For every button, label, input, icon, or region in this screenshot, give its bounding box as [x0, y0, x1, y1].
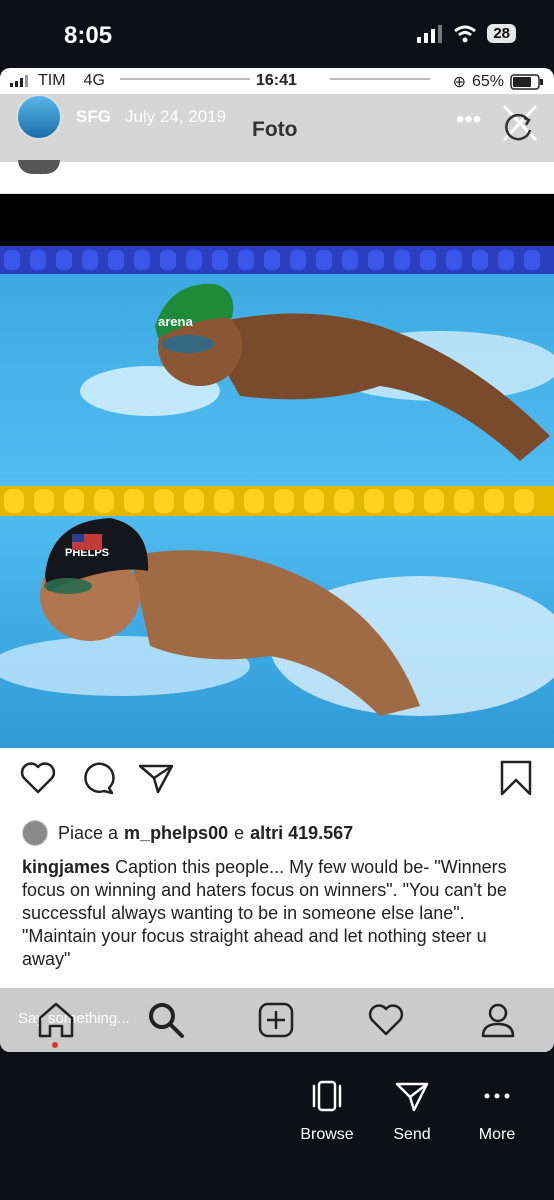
send-icon [395, 1082, 429, 1112]
photo-letterbox [0, 194, 554, 246]
screenshot-preview[interactable]: TIM 4G 16:41 ⊕ 65% SFG July 24, 2019 Fot… [0, 68, 554, 1052]
liked-by-user[interactable]: m_phelps00 [124, 823, 228, 844]
poster-avatar[interactable] [16, 94, 62, 140]
search-icon[interactable] [146, 1000, 186, 1040]
browse-label: Browse [300, 1126, 354, 1143]
activity-icon[interactable] [366, 1000, 406, 1040]
more-button[interactable]: More [457, 1078, 537, 1144]
inner-battery: 65% [471, 73, 504, 90]
inner-battery-icon [510, 74, 543, 90]
rotation-lock-icon: ⊕ [452, 74, 466, 91]
outer-status-icons: 28 [417, 24, 516, 43]
home-notification-dot [52, 1042, 58, 1048]
post-photo[interactable]: arena PHELPS [0, 246, 554, 748]
outer-clock: 8:05 [64, 22, 113, 49]
blue-lane-rope [4, 250, 540, 270]
likes-mid: e [234, 822, 245, 843]
photo-viewer-header: SFG July 24, 2019 Foto ••• [0, 94, 554, 162]
heart-icon[interactable] [18, 758, 58, 798]
caption-username[interactable]: kingjames [22, 857, 110, 877]
profile-icon[interactable] [478, 1000, 518, 1040]
more-icon [484, 1093, 510, 1099]
viewer-title: Foto [252, 118, 298, 141]
likes-line: Piace a m_phelps00 e altri 419.567 [22, 820, 353, 846]
add-icon[interactable] [256, 1000, 296, 1040]
outer-status-bar: 8:05 28 [0, 0, 554, 68]
browse-icon [312, 1080, 342, 1112]
cellular-signal-icon [417, 24, 443, 43]
screenshot-actions: Browse Send More [0, 1060, 554, 1200]
post-caption: kingjames Caption this people... My few … [22, 856, 537, 971]
more-label: More [478, 1126, 516, 1143]
bookmark-icon[interactable] [496, 758, 536, 798]
poster-username[interactable]: SFG [76, 107, 111, 127]
likes-prefix: Piace a [58, 822, 119, 843]
inner-status-bar: TIM 4G 16:41 ⊕ 65% [0, 68, 554, 94]
previous-post-peek [0, 160, 554, 194]
home-icon[interactable] [36, 1000, 76, 1040]
bottom-nav-bar: Say something... [0, 988, 554, 1052]
browse-button[interactable]: Browse [287, 1078, 367, 1144]
send-button[interactable]: Send [372, 1078, 452, 1144]
comment-icon[interactable] [78, 758, 118, 798]
liker-avatar[interactable] [22, 820, 48, 846]
outer-battery: 28 [487, 24, 516, 43]
cap-brand: arena [158, 314, 193, 329]
post-action-bar [0, 758, 554, 808]
share-icon[interactable] [136, 758, 176, 798]
post-date: July 24, 2019 [124, 107, 227, 126]
likes-count[interactable]: altri 419.567 [250, 823, 353, 844]
send-label: Send [393, 1126, 431, 1143]
inner-clock: 16:41 [256, 72, 297, 89]
close-icon[interactable] [496, 100, 542, 146]
inner-network: 4G [83, 72, 105, 89]
wifi-icon [454, 25, 477, 42]
inner-carrier: TIM [38, 72, 66, 89]
inner-signal-icon [10, 75, 28, 87]
more-options-icon[interactable]: ••• [456, 106, 481, 134]
